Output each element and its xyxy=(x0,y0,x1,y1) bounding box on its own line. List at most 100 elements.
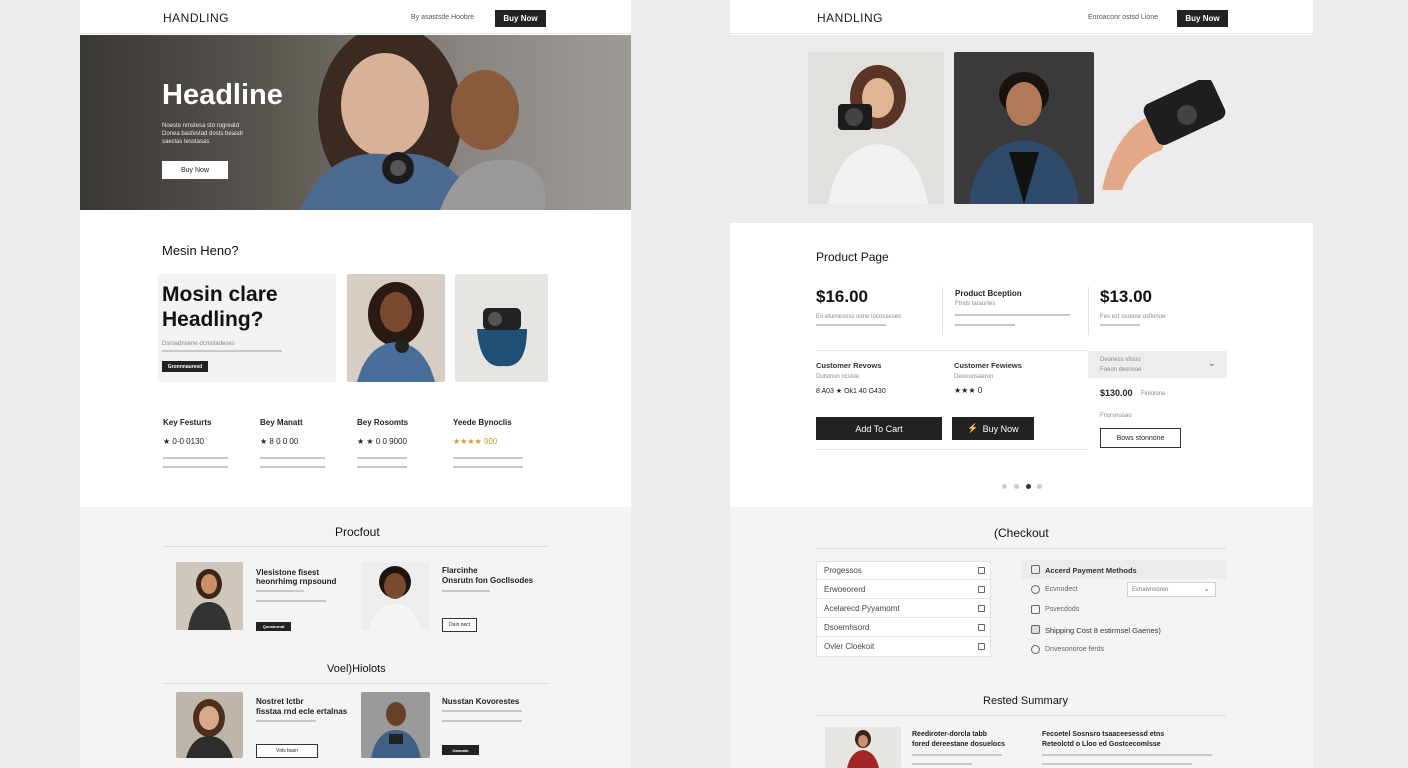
summary-col2-text-line xyxy=(1042,763,1192,765)
hero-buy-button[interactable]: Buy Now xyxy=(162,161,228,179)
product-2-title-2: Onsrutn fon Gocllsodes xyxy=(442,576,534,585)
description-subtitle: Ftnds taraurtes xyxy=(955,301,996,307)
payment-select-value: Ecnaivnsoreo xyxy=(1132,587,1169,593)
dropdown-text-1: Deoness vlisoo xyxy=(1100,357,1141,363)
section-title: Mesin Heno? xyxy=(162,243,239,258)
carousel-dot-active[interactable] xyxy=(1026,484,1031,489)
checkbox[interactable] xyxy=(978,624,985,631)
checkbox[interactable] xyxy=(978,567,985,574)
feature-card-text: Dsroadnsene dcmstadeses xyxy=(162,341,235,347)
feature-card-button[interactable]: Gronnnauresd xyxy=(162,361,208,372)
payment-option-4[interactable]: Shipping Cost 8 estirmsel Gaenes) xyxy=(1045,626,1161,635)
brand-logo[interactable]: HANDLING xyxy=(817,11,883,25)
price-2-text-line xyxy=(1100,324,1140,326)
feature-3-rating: ★ ★ 0 0 9000 xyxy=(357,437,407,446)
checkout-row[interactable]: Ovler Cloekoit xyxy=(816,637,991,656)
checkout-row-label: Ovler Cloekoit xyxy=(824,642,875,651)
nav-buy-button[interactable]: Buy Now xyxy=(495,10,546,27)
hero-title: Headline xyxy=(162,79,283,111)
feature-card-text-line xyxy=(162,350,282,352)
product-1-title-1: Vlesistone fisest xyxy=(256,568,320,577)
dropdown-text-2: Foeon desnsoe xyxy=(1100,367,1142,373)
divider xyxy=(1088,287,1089,335)
feature-3-title: Bey Rosomts xyxy=(357,418,409,427)
nav-link[interactable]: By asastsde Hoobre xyxy=(411,14,474,21)
product-2-text-line xyxy=(442,590,490,592)
payment-option-2[interactable]: Ecvnodect xyxy=(1045,586,1078,593)
radio-button[interactable] xyxy=(1031,585,1040,594)
checkbox[interactable] xyxy=(1031,605,1040,614)
payment-option-1[interactable]: Accerd Payment Methods xyxy=(1045,566,1137,575)
price-1-text: Eo eturnesoss odne tocosseses xyxy=(816,314,902,320)
feature-3-text-line xyxy=(357,457,407,459)
product-3-text-line xyxy=(256,720,316,722)
product-4-button[interactable]: Ganuafo xyxy=(442,745,479,755)
product-2-photo xyxy=(361,562,429,630)
checkbox[interactable] xyxy=(1031,565,1040,574)
browse-button[interactable]: Bows stonnone xyxy=(1100,428,1181,448)
checkout-row-label: Acelarecd Pyyamomt xyxy=(824,603,900,613)
summary-col1-text-line xyxy=(912,763,972,765)
radio-button[interactable] xyxy=(1031,645,1040,654)
checkout-row-label: Dsoemhsord xyxy=(824,622,870,632)
description-title: Product Bception xyxy=(955,289,1022,298)
review-1-title: Customer Revows xyxy=(816,361,882,370)
carousel-dot[interactable] xyxy=(1014,484,1019,489)
checkout-row-label: Erwoeorerd xyxy=(824,584,866,594)
product-3-photo xyxy=(176,692,243,758)
feature-card-title-1: Mosin clare xyxy=(162,283,278,306)
landing-page-left: HANDLING By asastsde Hoobre Buy Now Head… xyxy=(80,0,631,768)
carousel-dot[interactable] xyxy=(1037,484,1042,489)
chevron-down-icon: ⌄ xyxy=(1203,584,1210,593)
add-to-cart-button[interactable]: Add To Cart xyxy=(816,417,942,440)
product-2-title-1: Flarcinhe xyxy=(442,566,478,575)
buy-now-label: Buy Now xyxy=(982,423,1019,434)
summary-col2-title: Fecoetel Sosnsro tsaaceesessd etns xyxy=(1042,731,1165,738)
feature-2-title: Bey Manatt xyxy=(260,418,303,427)
checkbox[interactable] xyxy=(978,586,985,593)
divider xyxy=(942,287,943,335)
camera-bag-photo xyxy=(455,274,548,382)
bolt-icon: ⚡ xyxy=(967,423,979,433)
product-1-text-line xyxy=(256,600,326,602)
summary-photo xyxy=(825,727,901,768)
product-3-button[interactable]: Vnls basn xyxy=(256,744,318,758)
checkbox[interactable] xyxy=(1031,625,1040,634)
checkout-row[interactable]: Dsoemhsord xyxy=(816,618,991,637)
divider xyxy=(163,683,548,684)
brand-logo[interactable]: HANDLING xyxy=(163,11,229,25)
payment-option-3[interactable]: Psvecdods xyxy=(1045,606,1079,613)
buy-now-button[interactable]: ⚡ Buy Now xyxy=(952,417,1034,440)
carousel-dot[interactable] xyxy=(1002,484,1007,489)
divider xyxy=(816,449,1087,450)
gallery-photo-2[interactable] xyxy=(954,52,1094,204)
nav-link[interactable]: Enroaconr ostsd Lione xyxy=(1088,14,1158,21)
checkout-row[interactable]: Progessos xyxy=(816,561,991,580)
gallery-photo-1[interactable] xyxy=(808,52,944,204)
procout-title: Procfout xyxy=(335,525,380,539)
feature-2-rating: ★ 8 0 0 00 xyxy=(260,437,299,446)
checkbox[interactable] xyxy=(978,643,985,650)
hero-subtext-3: saeclas tesstasas xyxy=(162,139,210,145)
divider xyxy=(816,548,1226,549)
review-1-subtitle: Dutstnsn ncstoe xyxy=(816,374,860,380)
summary-col1-text-line xyxy=(912,754,1002,756)
chevron-down-icon[interactable]: ⌄ xyxy=(1208,358,1216,369)
summary-title: Rested Summary xyxy=(983,695,1068,707)
hero-subtext-1: Noeste nmstesa sto rogreatd xyxy=(162,123,240,129)
hero-section: Headline Noeste nmstesa sto rogreatd Don… xyxy=(80,35,631,210)
payment-option-5[interactable]: Dnvesonoroe ferds xyxy=(1045,646,1104,653)
gallery-photo-3[interactable] xyxy=(1102,80,1237,190)
checkout-row[interactable]: Erwoeorerd xyxy=(816,580,991,599)
checkout-row[interactable]: Acelarecd Pyyamomt xyxy=(816,599,991,618)
product-1-title-2: heonrhimg rnpsound xyxy=(256,577,337,586)
divider xyxy=(163,546,548,547)
product-2-button[interactable]: Ouin nect xyxy=(442,618,477,632)
product-3-title-1: Nostret Ictbr xyxy=(256,697,304,706)
product-1-button[interactable]: Qonsturnat xyxy=(256,622,291,631)
payment-select[interactable]: Ecnaivnsoreo ⌄ xyxy=(1127,582,1216,597)
nav-buy-button[interactable]: Buy Now xyxy=(1177,10,1228,27)
checkbox[interactable] xyxy=(978,605,985,612)
review-2-title: Customer Fewiews xyxy=(954,361,1022,370)
product-1-text-line xyxy=(256,590,304,592)
